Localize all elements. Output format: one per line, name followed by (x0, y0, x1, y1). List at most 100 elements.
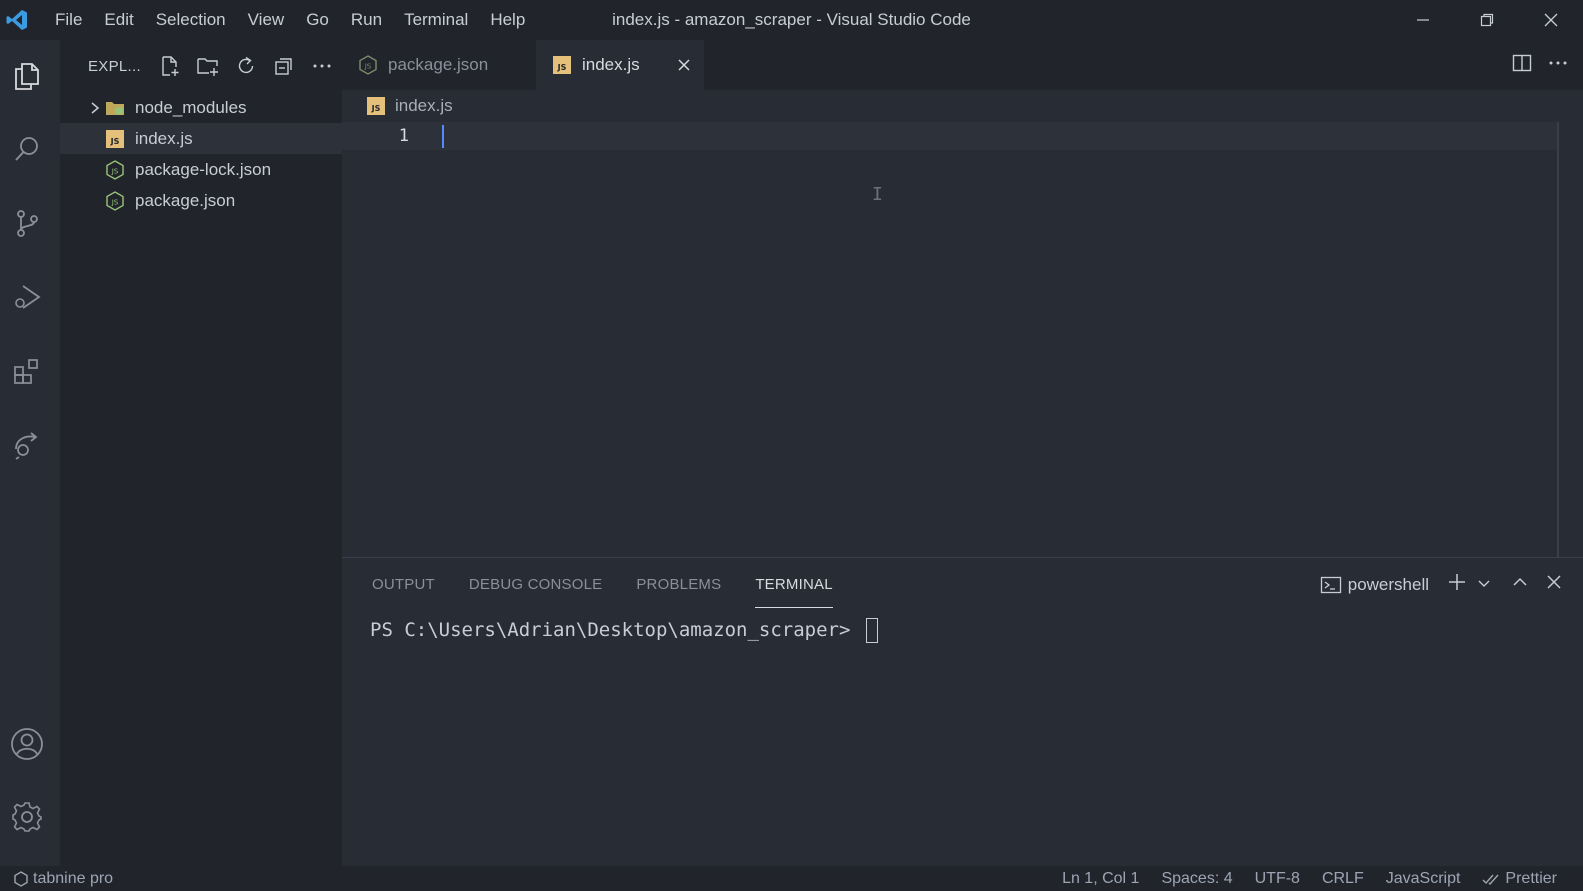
terminal-cursor (865, 618, 878, 643)
chevron-right-icon (85, 101, 105, 115)
tab-output[interactable]: OUTPUT (372, 574, 435, 608)
tree-item-label: node_modules (135, 97, 247, 117)
tree-item-label: package-lock.json (135, 159, 272, 179)
remote-explorer-icon (15, 432, 38, 460)
plus-icon (1449, 574, 1465, 590)
node-json-file-icon: JS (105, 190, 125, 211)
extensions-button[interactable] (0, 344, 54, 398)
status-prettier[interactable]: Prettier (1482, 870, 1557, 888)
status-language[interactable]: JavaScript (1386, 870, 1461, 888)
account-button[interactable] (0, 717, 54, 771)
new-folder-icon (197, 58, 218, 76)
split-editor-button[interactable] (1511, 52, 1533, 79)
svg-text:JS: JS (111, 167, 119, 175)
close-window-button[interactable] (1519, 0, 1583, 40)
new-file-icon (162, 56, 179, 76)
tab-label: index.js (582, 55, 640, 74)
line-number: 1 (398, 126, 409, 146)
breadcrumb[interactable]: JS index.js (342, 90, 1583, 122)
text-cursor (442, 125, 444, 148)
menu-edit[interactable]: Edit (93, 0, 144, 40)
js-file-icon: JS (552, 55, 572, 75)
settings-gear-icon (12, 802, 42, 832)
search-icon (15, 137, 38, 161)
menu-terminal[interactable]: Terminal (393, 0, 479, 40)
source-control-button[interactable] (0, 196, 54, 250)
search-button[interactable] (0, 122, 54, 176)
editor-more-button[interactable] (1547, 52, 1569, 79)
close-panel-button[interactable] (1545, 573, 1563, 596)
tab-label: package.json (388, 55, 489, 74)
terminal-shell-selector[interactable]: powershell (1320, 575, 1429, 595)
terminal-dropdown-button[interactable] (1477, 575, 1491, 595)
tab-debug-console[interactable]: DEBUG CONSOLE (469, 574, 602, 608)
menu-selection[interactable]: Selection (145, 0, 237, 40)
terminal-icon (1320, 576, 1341, 593)
terminal-output[interactable]: PS C:\Users\Adrian\Desktop\amazon_scrape… (370, 616, 878, 644)
current-line-highlight[interactable] (342, 122, 1558, 150)
svg-text:JS: JS (110, 137, 120, 146)
tree-file-index-js[interactable]: JS index.js (60, 123, 342, 154)
panel-actions: powershell (1320, 572, 1563, 597)
js-file-icon: JS (105, 129, 125, 149)
tree-file-package-lock-json[interactable]: JS package-lock.json (60, 154, 342, 185)
maximize-panel-button[interactable] (1511, 573, 1529, 596)
close-icon (1544, 13, 1558, 27)
tab-terminal[interactable]: TERMINAL (755, 574, 833, 608)
minimize-icon (1417, 19, 1429, 21)
menu-help[interactable]: Help (479, 0, 536, 40)
breadcrumb-file: index.js (395, 96, 453, 115)
bottom-panel: OUTPUT DEBUG CONSOLE PROBLEMS TERMINAL p… (342, 557, 1583, 866)
explorer-more-button[interactable] (308, 52, 336, 80)
title-bar: File Edit Selection View Go Run Terminal… (0, 0, 1583, 40)
tab-problems[interactable]: PROBLEMS (636, 574, 721, 608)
run-debug-button[interactable] (0, 270, 54, 324)
new-file-button[interactable] (156, 52, 184, 80)
close-tab-button[interactable] (674, 55, 694, 75)
panel-tabs: OUTPUT DEBUG CONSOLE PROBLEMS TERMINAL (372, 574, 867, 608)
menu-run[interactable]: Run (340, 0, 393, 40)
explorer-icon (15, 63, 39, 90)
settings-button[interactable] (0, 790, 54, 844)
tabnine-icon (14, 870, 28, 887)
svg-text:JS: JS (111, 198, 119, 206)
remote-explorer-button[interactable] (0, 418, 54, 472)
explorer-header: EXPL... (60, 40, 342, 92)
status-bar: tabnine pro Ln 1, Col 1 Spaces: 4 UTF-8 … (0, 866, 1583, 891)
node-json-file-icon: JS (105, 159, 125, 180)
new-terminal-button[interactable] (1447, 572, 1467, 597)
explorer-button[interactable] (0, 48, 54, 102)
menu-file[interactable]: File (44, 0, 93, 40)
restore-button[interactable] (1455, 0, 1519, 40)
activity-bar (0, 40, 54, 866)
refresh-explorer-button[interactable] (232, 52, 260, 80)
collapse-folders-button[interactable] (270, 52, 298, 80)
status-eol[interactable]: CRLF (1322, 870, 1364, 888)
status-tabnine[interactable]: tabnine pro (14, 870, 113, 888)
editor-scrollbar[interactable] (1557, 122, 1559, 558)
close-icon (1547, 575, 1561, 589)
menu-go[interactable]: Go (295, 0, 340, 40)
tree-folder-node-modules[interactable]: node_modules (60, 92, 342, 123)
status-indentation[interactable]: Spaces: 4 (1161, 870, 1232, 888)
svg-text:JS: JS (557, 63, 567, 72)
svg-text:JS: JS (371, 104, 381, 113)
window-controls (1391, 0, 1583, 40)
tree-file-package-json[interactable]: JS package.json (60, 185, 342, 216)
vscode-logo-icon (0, 0, 34, 40)
terminal-prompt: PS C:\Users\Adrian\Desktop\amazon_scrape… (370, 619, 862, 641)
collapse-all-icon (275, 58, 292, 75)
chevron-down-icon (1478, 580, 1490, 587)
minimize-button[interactable] (1391, 0, 1455, 40)
explorer-sidebar: EXPL... node_modules JS index.js JS pack… (60, 40, 342, 866)
tab-package-json[interactable]: JS package.json (342, 40, 536, 90)
new-folder-button[interactable] (194, 52, 222, 80)
status-encoding[interactable]: UTF-8 (1255, 870, 1300, 888)
menu-view[interactable]: View (237, 0, 296, 40)
status-cursor-position[interactable]: Ln 1, Col 1 (1062, 870, 1139, 888)
close-icon (678, 59, 690, 71)
refresh-icon (238, 56, 254, 74)
tab-index-js[interactable]: JS index.js (536, 40, 704, 90)
chevron-up-icon (1513, 577, 1527, 586)
explorer-title: EXPL... (88, 57, 141, 75)
